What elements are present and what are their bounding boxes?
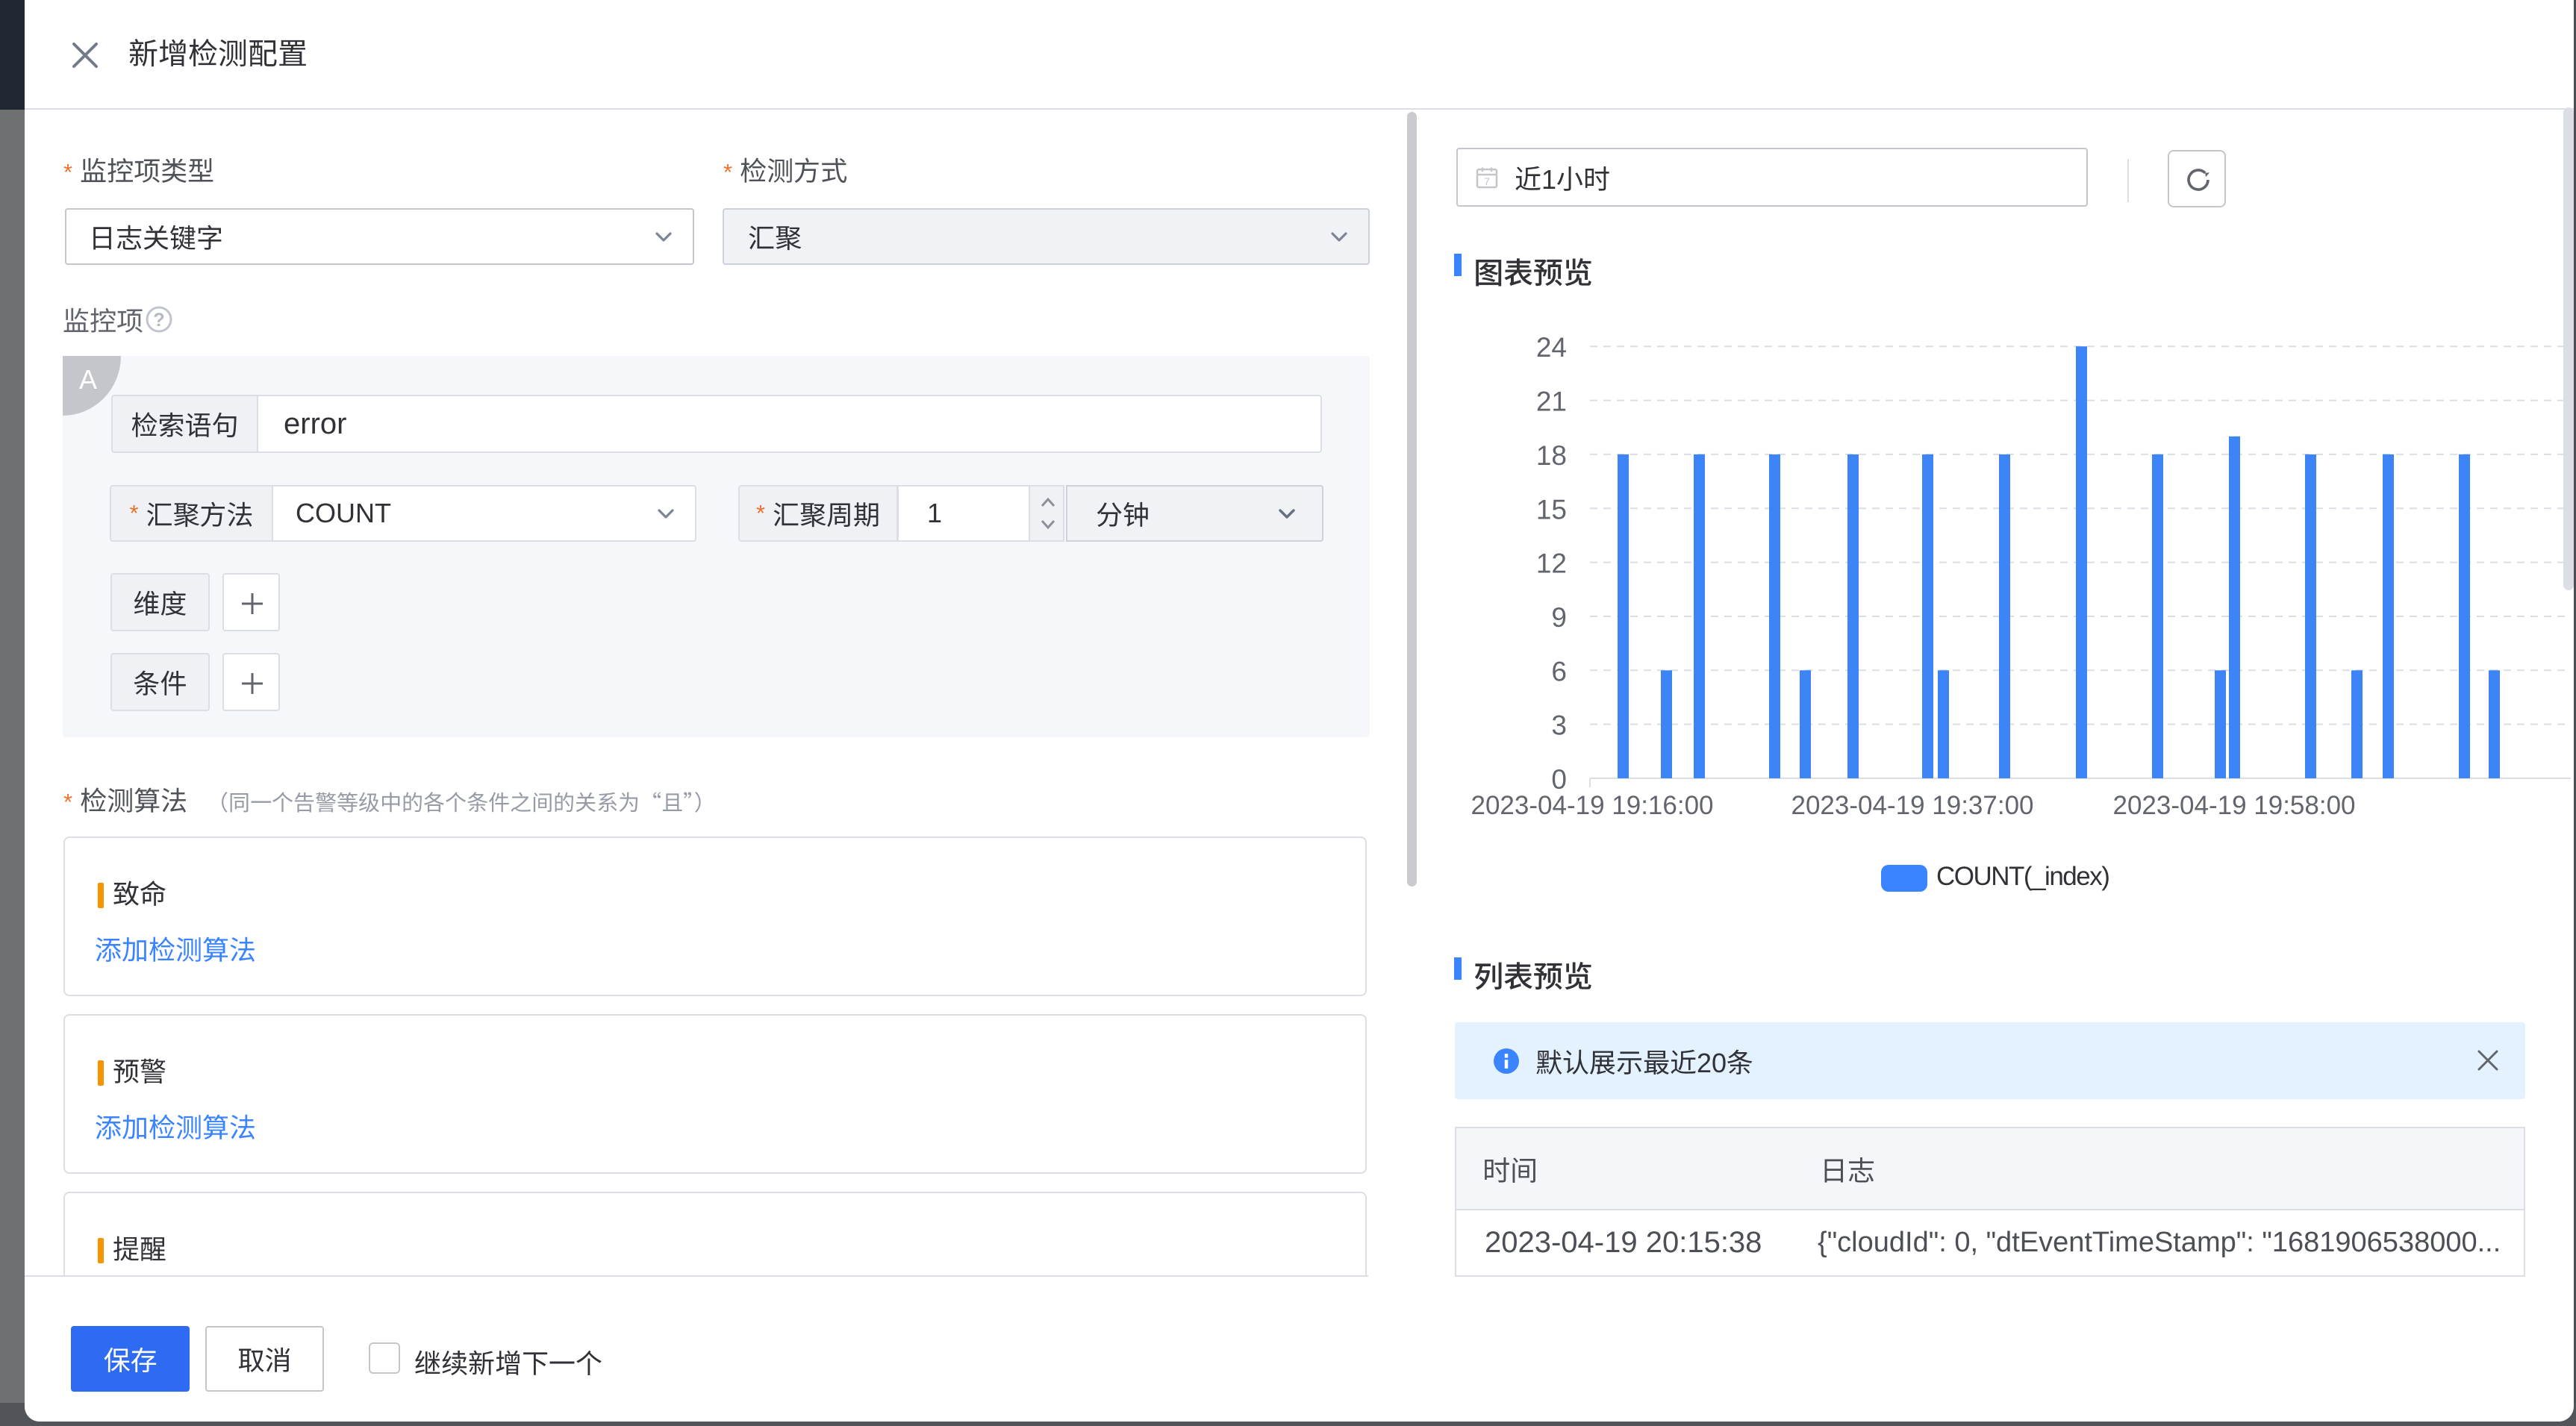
svg-text:15: 15 (1536, 494, 1567, 525)
svg-text:0: 0 (1551, 764, 1567, 795)
svg-text:2023-04-19 19:16:00: 2023-04-19 19:16:00 (1471, 791, 1714, 820)
svg-text:2023-04-19 19:37:00: 2023-04-19 19:37:00 (1791, 791, 2034, 820)
svg-text:3: 3 (1551, 710, 1567, 741)
svg-text:12: 12 (1536, 548, 1567, 579)
svg-text:2023-04-19 19:58:00: 2023-04-19 19:58:00 (2113, 791, 2356, 820)
svg-text:?: ? (153, 310, 164, 331)
svg-text:24: 24 (1536, 332, 1567, 363)
svg-text:7: 7 (1484, 175, 1490, 187)
svg-text:9: 9 (1551, 602, 1567, 633)
svg-text:6: 6 (1551, 656, 1567, 687)
svg-text:21: 21 (1536, 387, 1567, 417)
svg-text:18: 18 (1536, 440, 1567, 471)
